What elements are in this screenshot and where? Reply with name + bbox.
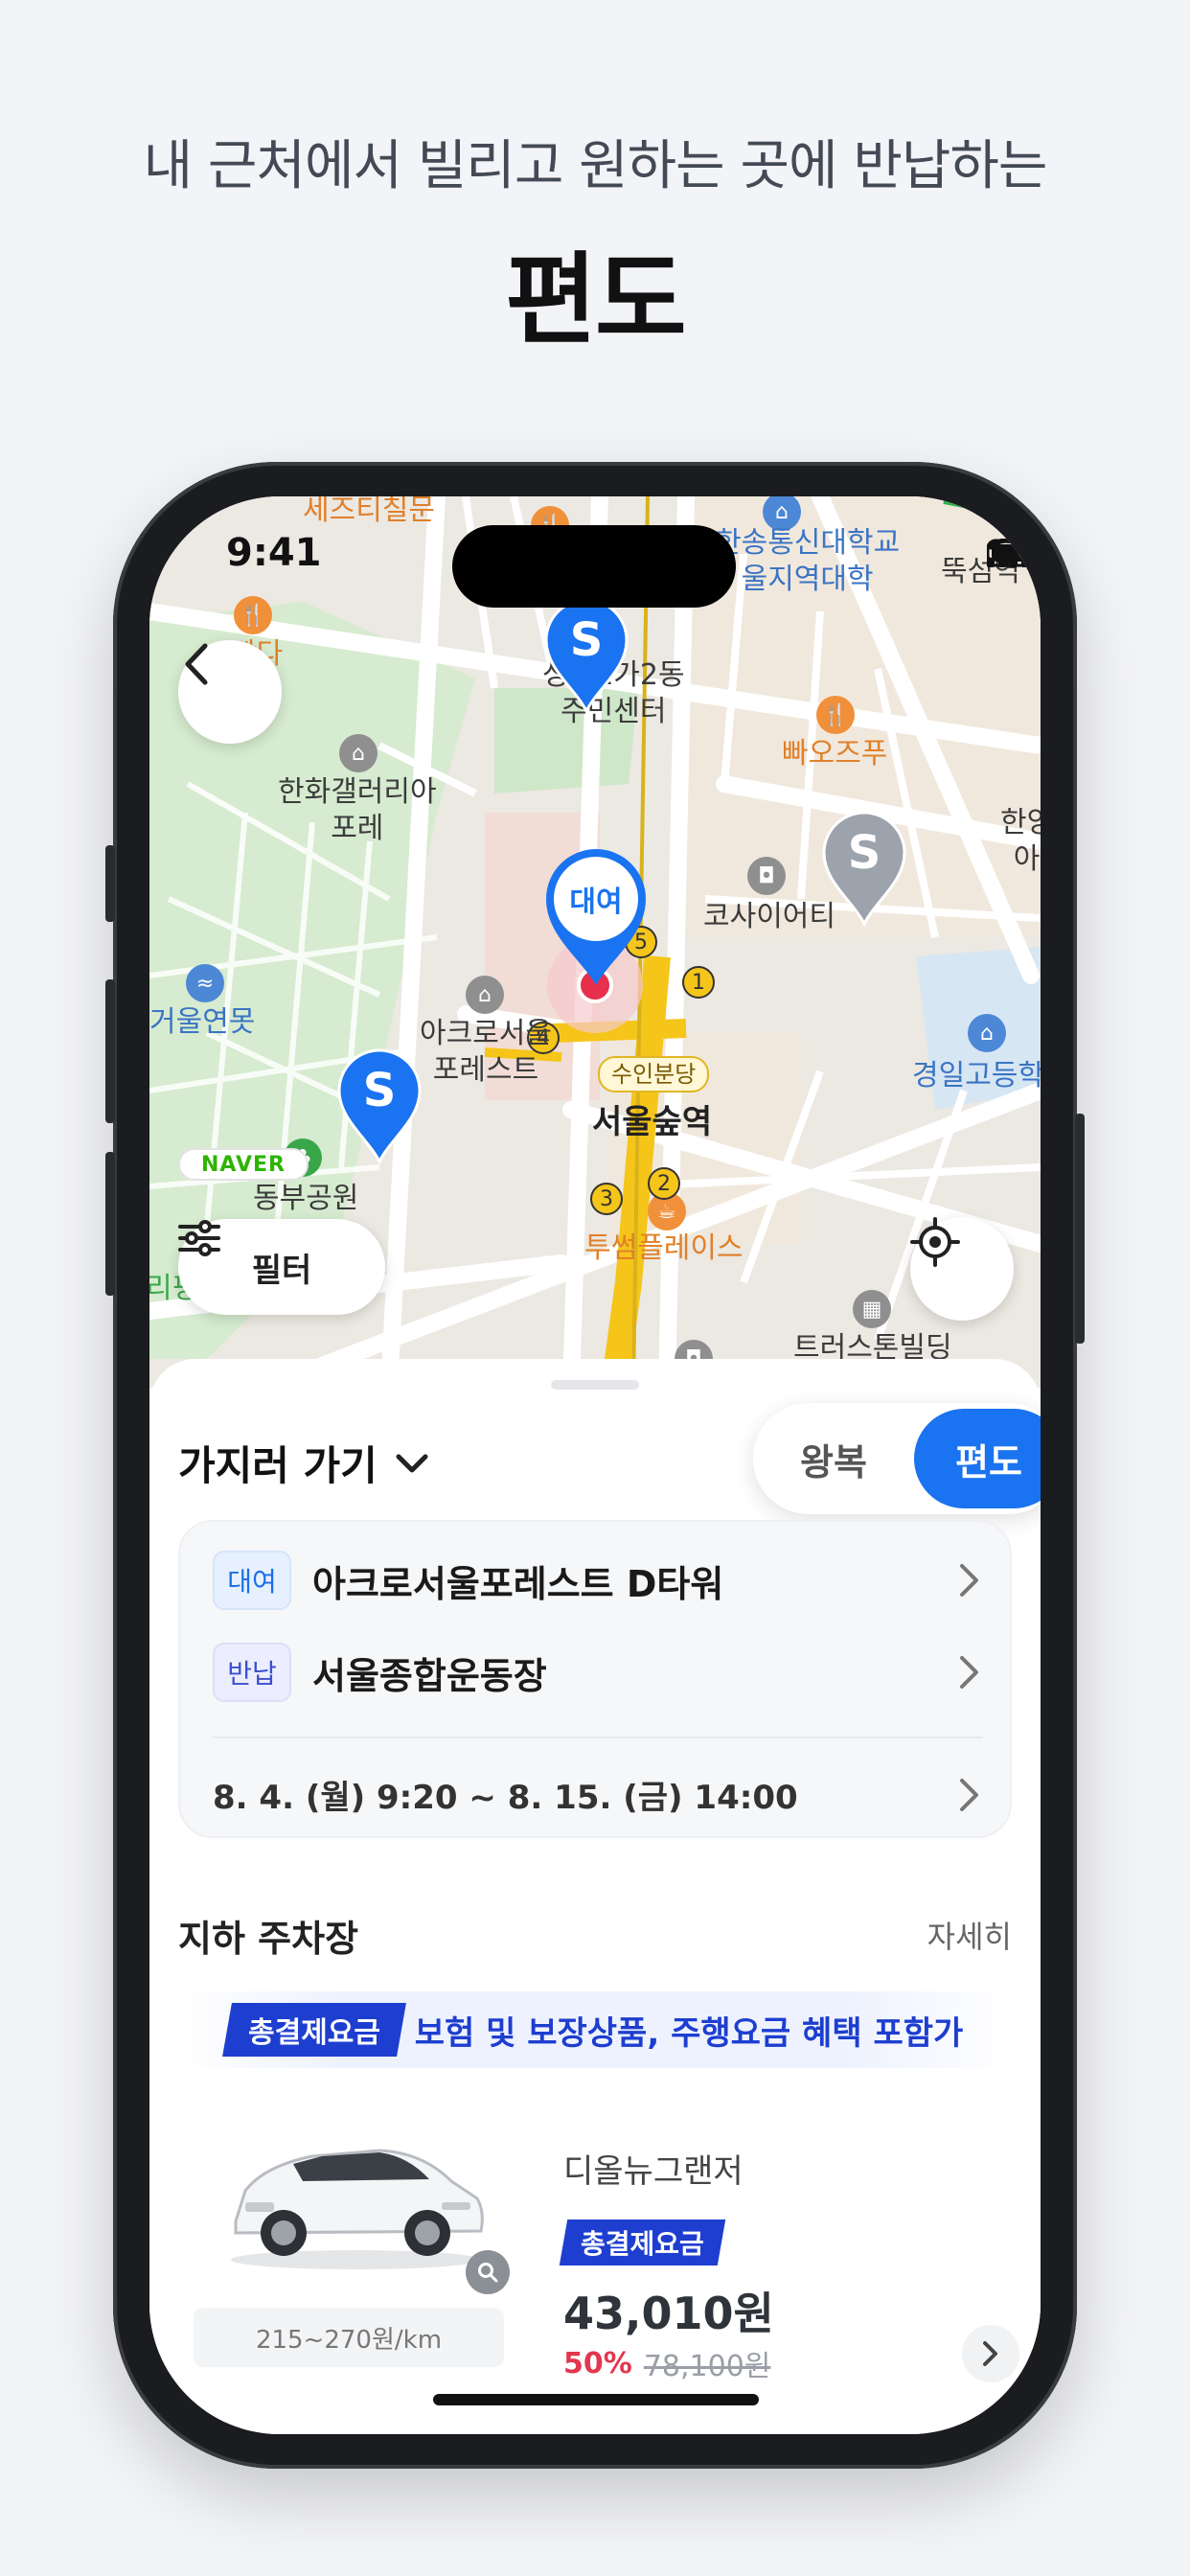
rental-period-row[interactable]: 8. 4. (월) 9:20 ~ 8. 15. (금) 14:00 — [213, 1771, 989, 1818]
trip-type-toggle[interactable]: 왕복 편도 — [753, 1403, 1041, 1514]
pickup-location: 아크로서울포레스트 D타워 — [312, 1562, 724, 1605]
round-trip-option[interactable]: 왕복 — [759, 1409, 908, 1508]
station-marker-left[interactable]: S — [335, 1046, 423, 1165]
sheet-grabber[interactable] — [551, 1380, 639, 1390]
map-label-restaurant: 세즈티칠문 — [303, 496, 435, 527]
headline-subtitle: 내 근처에서 빌리고 원하는 곳에 반납하는 — [143, 135, 1048, 197]
route-divider — [213, 1736, 983, 1738]
station-marker-label: S — [569, 613, 604, 667]
map-label-station: 서울숲역 — [592, 1103, 713, 1141]
map-label-school: 경일고등학 — [912, 1059, 1041, 1092]
building-poi-icon[interactable]: ◘ — [747, 857, 786, 895]
restaurant-poi-icon[interactable]: 🍴 — [234, 596, 272, 634]
original-price: 78,100원 — [643, 2350, 771, 2383]
car-name: 디올뉴그랜저 — [563, 2152, 744, 2191]
station-marker-inactive[interactable]: S — [820, 809, 908, 928]
app-screen: 🍴 🍴 🍴 ⌂ ◘ ⌂ ≈ ⌂ ♣ ☕ ▦ ◘ ⌂ 1 2 3 4 5 세즈티칠… — [149, 496, 1041, 2434]
status-time: 9:41 — [226, 531, 322, 575]
car-listing[interactable]: 215~270원/km 디올뉴그랜저 총결제요금 43,010원 50% 78,… — [178, 2106, 1019, 2413]
bottom-sheet: 가지러 가기 왕복 편도 대여 아크로서울포레스트 D타워 반납 서울종합운동장 — [149, 1359, 1041, 2434]
phone-action-button — [105, 845, 115, 922]
promo-text: 보험 및 보장상품, 주행요금 혜택 포함가 — [414, 2013, 964, 2053]
km-rate: 215~270원/km — [194, 2308, 504, 2367]
office-poi-icon[interactable]: ▦ — [853, 1290, 891, 1328]
station-marker-label: S — [362, 1064, 397, 1117]
map-label-university: 한송통신대학교 울지역대학 — [715, 526, 901, 596]
chevron-right-icon — [950, 1561, 989, 1599]
car-price: 43,010원 — [563, 2288, 774, 2339]
home-indicator[interactable] — [433, 2394, 759, 2405]
bakery-poi-icon[interactable]: 🍴 — [816, 696, 855, 734]
return-row[interactable]: 반납 서울종합운동장 — [213, 1639, 989, 1706]
pickup-mode-label: 가지러 가기 — [178, 1442, 378, 1489]
map-label-east-park: 동부공원 — [253, 1182, 359, 1215]
my-location-button[interactable] — [910, 1217, 1014, 1321]
zoom-image-button[interactable] — [466, 2250, 510, 2294]
naver-logo: NAVER — [178, 1148, 309, 1181]
pickup-tag: 대여 — [213, 1551, 291, 1610]
map-label-company: 코사이어티 — [703, 900, 835, 933]
discount-percent: 50% — [563, 2346, 632, 2380]
car-discount: 50% 78,100원 — [563, 2342, 770, 2384]
map-label-acro-forest: 아크로서울 포레스트 — [420, 1017, 552, 1087]
subway-exit-2: 2 — [648, 1167, 680, 1200]
rental-period: 8. 4. (월) 9:20 ~ 8. 15. (금) 14:00 — [213, 1779, 798, 1817]
magnifier-icon — [478, 2263, 498, 2283]
rental-marker-label: 대여 — [569, 886, 623, 919]
filter-label: 필터 — [251, 1251, 312, 1290]
return-location: 서울종합운동장 — [312, 1654, 547, 1697]
pickup-row[interactable]: 대여 아크로서울포레스트 D타워 — [213, 1547, 989, 1614]
map-label-right-partial: 한양 아 — [1000, 806, 1041, 876]
map-label-bundang-line: 수인분당 — [598, 1056, 710, 1092]
promo-banner: 총결제요금 보험 및 보장상품, 주행요금 혜택 포함가 — [178, 1991, 1012, 2068]
pond-poi-icon[interactable]: ≈ — [186, 964, 224, 1002]
back-button[interactable] — [178, 640, 282, 744]
map-label-mirror-pond: 거울연못 — [149, 1005, 256, 1039]
phone-volume-up-button — [105, 979, 115, 1123]
battery-icon — [987, 539, 1041, 567]
phone-power-button — [1075, 1114, 1085, 1344]
map-view[interactable]: 🍴 🍴 🍴 ⌂ ◘ ⌂ ≈ ⌂ ♣ ☕ ▦ ◘ ⌂ 1 2 3 4 5 세즈티칠… — [149, 496, 1041, 1388]
gallery-poi-icon[interactable]: ⌂ — [339, 734, 378, 772]
map-label-bakery: 빠오즈푸 — [782, 737, 888, 770]
car-detail-button[interactable] — [962, 2325, 1019, 2382]
pickup-mode-dropdown[interactable]: 가지러 가기 — [178, 1434, 429, 1492]
subway-exit-3: 3 — [590, 1183, 623, 1215]
parking-details-link[interactable]: 자세히 — [927, 1913, 1012, 1957]
chevron-right-icon — [950, 1776, 989, 1814]
subway-exit-1: 1 — [682, 966, 715, 999]
phone-frame: 🍴 🍴 🍴 ⌂ ◘ ⌂ ≈ ⌂ ♣ ☕ ▦ ◘ ⌂ 1 2 3 4 5 세즈티칠… — [105, 462, 1085, 2469]
sliders-icon — [178, 1220, 220, 1256]
car-total-price-badge: 총결제요금 — [559, 2220, 726, 2266]
chevron-right-icon — [950, 1653, 989, 1691]
station-marker-top[interactable]: S — [542, 596, 630, 715]
parking-section-title: 지하 주차장 — [178, 1918, 359, 1960]
chevron-left-icon — [185, 643, 208, 685]
dynamic-island — [452, 525, 736, 608]
school-poi-icon[interactable]: ⌂ — [968, 1014, 1006, 1052]
map-label-gallery: 한화갤러리아 포레 — [278, 775, 437, 845]
crosshair-icon — [910, 1217, 960, 1267]
return-tag: 반납 — [213, 1643, 291, 1702]
station-marker-label: S — [847, 826, 881, 880]
chevron-down-icon — [396, 1454, 428, 1472]
one-way-option[interactable]: 편도 — [914, 1409, 1041, 1508]
filter-button[interactable]: 필터 — [178, 1219, 385, 1315]
map-label-cafe: 투썸플레이스 — [584, 1231, 744, 1265]
rental-location-marker[interactable]: 대여 — [542, 845, 650, 989]
building-poi-icon[interactable]: ⌂ — [466, 976, 504, 1014]
route-card: 대여 아크로서울포레스트 D타워 반납 서울종합운동장 8. 4. (월) 9:… — [178, 1520, 1012, 1838]
chevron-right-icon — [983, 2341, 997, 2366]
headline-title: 편도 — [505, 242, 686, 358]
car-image — [231, 2149, 484, 2269]
phone-volume-down-button — [105, 1152, 115, 1296]
total-price-badge: 총결제요금 — [221, 2003, 406, 2057]
